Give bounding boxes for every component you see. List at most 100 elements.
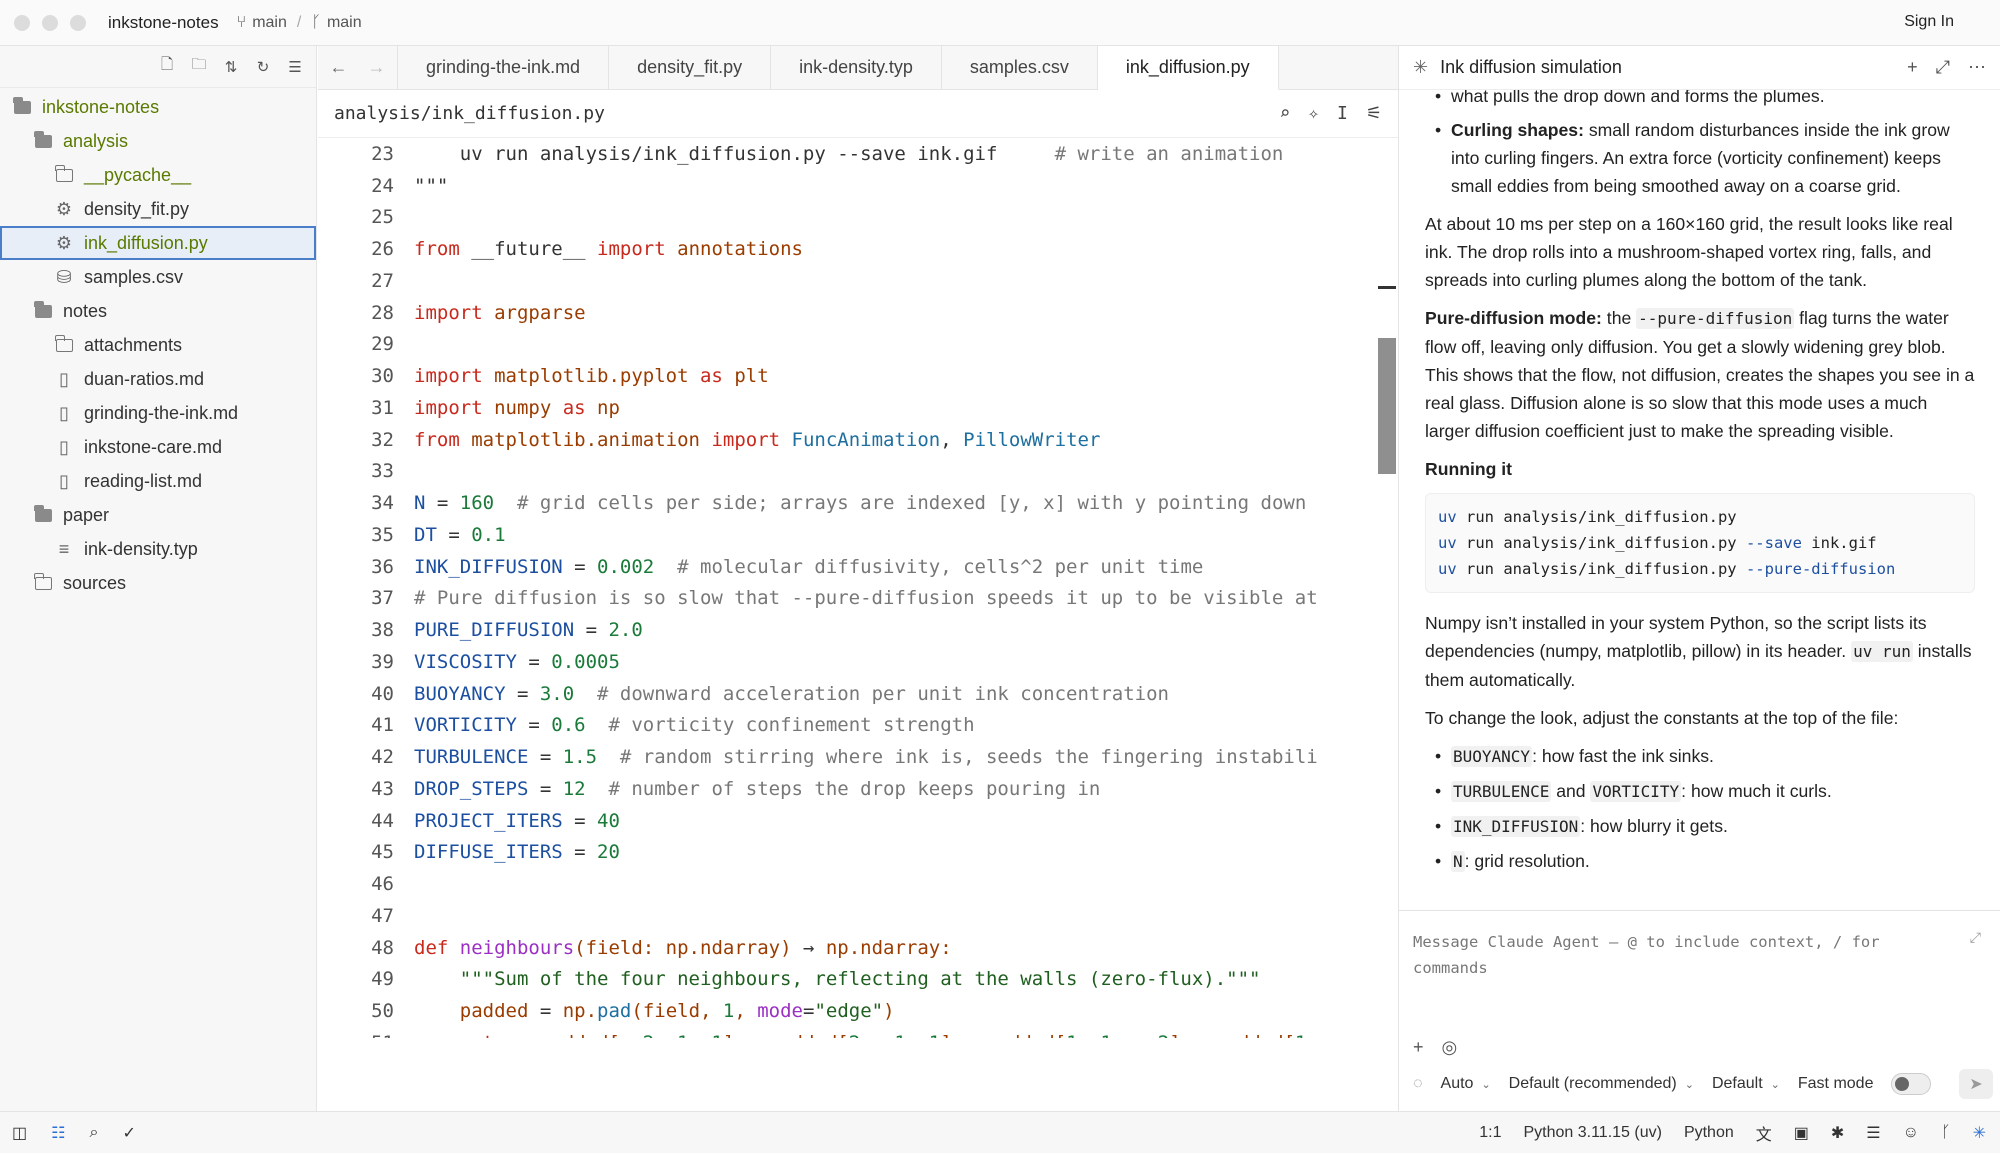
editor-tab[interactable]: samples.csv [942, 46, 1098, 89]
attach-plus-icon[interactable]: + [1413, 1037, 1424, 1058]
code-line[interactable]: 25 [318, 202, 1398, 234]
code-line[interactable]: 49 """Sum of the four neighbours, reflec… [318, 964, 1398, 996]
code-block[interactable]: uv run analysis/ink_diffusion.py uv run a… [1425, 493, 1975, 593]
forward-arrow-icon[interactable]: → [368, 57, 386, 78]
sparkle-icon[interactable]: ✧ [1308, 103, 1319, 124]
code-line[interactable]: 44 PROJECT_ITERS = 40 [318, 805, 1398, 837]
bug-icon[interactable]: ✱ [1831, 1123, 1844, 1143]
branch-indicator[interactable]: ⑂ main / ᚴ main [237, 14, 362, 32]
tree-item[interactable]: ⚙ density_fit.py [0, 192, 316, 226]
cursor-position[interactable]: 1:1 [1479, 1124, 1501, 1142]
editor-tab[interactable]: ink_diffusion.py [1097, 46, 1279, 90]
effort-select[interactable]: Default ⌄ [1712, 1075, 1780, 1093]
code-line[interactable]: 28 import argparse [318, 297, 1398, 329]
code-line[interactable]: 36 INK_DIFFUSION = 0.002 # molecular diff… [318, 551, 1398, 583]
code-line[interactable]: 31 import numpy as np [318, 392, 1398, 424]
language-mode[interactable]: Python [1684, 1124, 1734, 1142]
toggle-sidebar-icon[interactable]: ◫ [12, 1123, 27, 1143]
code-line[interactable]: 45 DIFFUSE_ITERS = 20 [318, 837, 1398, 869]
code-token: TURBULENCE [414, 746, 529, 769]
tree-item[interactable]: ▯ reading-list.md [0, 464, 316, 498]
code-line[interactable]: 50 padded = np.pad(field, 1, mode="edge"… [318, 995, 1398, 1027]
more-icon[interactable]: ⋯ [1968, 57, 1986, 78]
new-file-icon[interactable]: 🗋 [158, 56, 176, 76]
check-icon[interactable]: ✓ [122, 1123, 135, 1143]
tree-item[interactable]: ▯ inkstone-care.md [0, 430, 316, 464]
editor-tab[interactable]: density_fit.py [609, 46, 772, 89]
tree-item[interactable]: ≡ ink-density.typ [0, 532, 316, 566]
tree-item-label: grinding-the-ink.md [84, 402, 239, 423]
code-line[interactable]: 38 PURE_DIFFUSION = 2.0 [318, 614, 1398, 646]
code-line[interactable]: 43 DROP_STEPS = 12 # number of steps the … [318, 773, 1398, 805]
expand-composer-icon[interactable]: ⤢ [1970, 929, 1981, 946]
code-area[interactable]: 23 uv run analysis/ink_diffusion.py --sa… [318, 138, 1398, 1038]
vertical-scrollbar[interactable] [1378, 338, 1396, 474]
back-arrow-icon[interactable]: ← [330, 57, 348, 78]
tree-item[interactable]: sources [0, 566, 316, 600]
assistant-star-icon[interactable]: ✳ [1973, 1123, 1986, 1143]
send-button[interactable]: ➤ [1959, 1069, 1993, 1099]
code-line[interactable]: 29 [318, 329, 1398, 361]
code-line[interactable]: 48 def neighbours(field: np.ndarray) → np… [318, 932, 1398, 964]
code-line[interactable]: 40 BUOYANCY = 3.0 # downward acceleration… [318, 678, 1398, 710]
tree-item[interactable]: __pycache__ [0, 158, 316, 192]
code-line[interactable]: 23 uv run analysis/ink_diffusion.py --sa… [318, 138, 1398, 170]
code-line[interactable]: 33 [318, 456, 1398, 488]
code-line[interactable]: 34 N = 160 # grid cells per side; arrays … [318, 487, 1398, 519]
translate-icon[interactable]: 文 [1756, 1121, 1772, 1145]
search-icon[interactable]: ⌕ [89, 1124, 98, 1142]
code-line[interactable]: 41 VORTICITY = 0.6 # vorticity confinemen… [318, 710, 1398, 742]
code-line[interactable]: 35 DT = 0.1 [318, 519, 1398, 551]
editor-tab[interactable]: grinding-the-ink.md [398, 46, 610, 89]
minimize-window-button[interactable] [42, 14, 58, 31]
code-token: = [574, 619, 609, 642]
new-folder-icon[interactable]: 🗀 [190, 56, 208, 76]
project-tree-icon[interactable]: ☷ [51, 1123, 65, 1143]
git-branch-icon[interactable]: ᚴ [1941, 1124, 1951, 1142]
terminal-icon[interactable]: ▣ [1794, 1123, 1809, 1143]
code-line[interactable]: 26 from __future__ import annotations [318, 233, 1398, 265]
code-line[interactable]: 24 """ [318, 170, 1398, 202]
code-line[interactable]: 42 TURBULENCE = 1.5 # random stirring whe… [318, 741, 1398, 773]
collapse-all-icon[interactable]: ☰ [286, 58, 304, 76]
code-line[interactable]: 39 VISCOSITY = 0.0005 [318, 646, 1398, 678]
code-token: pad [597, 1000, 632, 1023]
expand-icon[interactable]: ⤢ [1936, 57, 1950, 78]
tree-item[interactable]: ▯ grinding-the-ink.md [0, 396, 316, 430]
tree-item[interactable]: inkstone-notes [0, 90, 316, 124]
tree-item[interactable]: paper [0, 498, 316, 532]
tree-item[interactable]: ⚙ ink_diffusion.py [0, 226, 316, 260]
code-line[interactable]: 51 return padded[:-2, 1:-1] + padded[2:,… [318, 1027, 1398, 1038]
code-line[interactable]: 46 [318, 868, 1398, 900]
close-window-button[interactable] [14, 14, 30, 31]
code-line[interactable]: 37 # Pure diffusion is so slow that --pur… [318, 583, 1398, 615]
project-name[interactable]: inkstone-notes [108, 13, 219, 33]
tree-item[interactable]: ▯ duan-ratios.md [0, 362, 316, 396]
text-cursor-icon[interactable]: I [1337, 103, 1348, 124]
code-token: ] + padded[ [1169, 1032, 1295, 1038]
tree-item[interactable]: attachments [0, 328, 316, 362]
sort-icon[interactable]: ⇅ [222, 58, 240, 76]
outline-icon[interactable]: ☰ [1866, 1123, 1880, 1143]
collaborators-icon[interactable]: ☺ [1903, 1124, 1919, 1142]
fast-mode-toggle[interactable] [1891, 1073, 1932, 1095]
tree-item[interactable]: ⛁ samples.csv [0, 260, 316, 294]
code-line[interactable]: 47 [318, 900, 1398, 932]
sign-in-button[interactable]: Sign In [1904, 13, 1954, 31]
tree-item[interactable]: notes [0, 294, 316, 328]
message-input[interactable]: Message Claude Agent — @ to include cont… [1413, 929, 1933, 981]
model-select[interactable]: Default (recommended) ⌄ [1509, 1075, 1694, 1093]
settings-sliders-icon[interactable]: ⚟ [1366, 103, 1382, 124]
code-line[interactable]: 30 import matplotlib.pyplot as plt [318, 360, 1398, 392]
python-interpreter[interactable]: Python 3.11.15 (uv) [1523, 1124, 1661, 1142]
tree-item[interactable]: analysis [0, 124, 316, 158]
code-line[interactable]: 32 from matplotlib.animation import FuncA… [318, 424, 1398, 456]
code-line[interactable]: 27 [318, 265, 1398, 297]
plus-icon[interactable]: + [1907, 57, 1918, 78]
editor-tab[interactable]: ink-density.typ [771, 46, 942, 89]
mode-select[interactable]: Auto ⌄ [1441, 1075, 1491, 1093]
maximize-window-button[interactable] [70, 14, 86, 31]
mention-target-icon[interactable]: ◎ [1442, 1037, 1458, 1058]
refresh-icon[interactable]: ↻ [254, 58, 272, 76]
search-icon[interactable]: ⌕ [1279, 103, 1290, 124]
